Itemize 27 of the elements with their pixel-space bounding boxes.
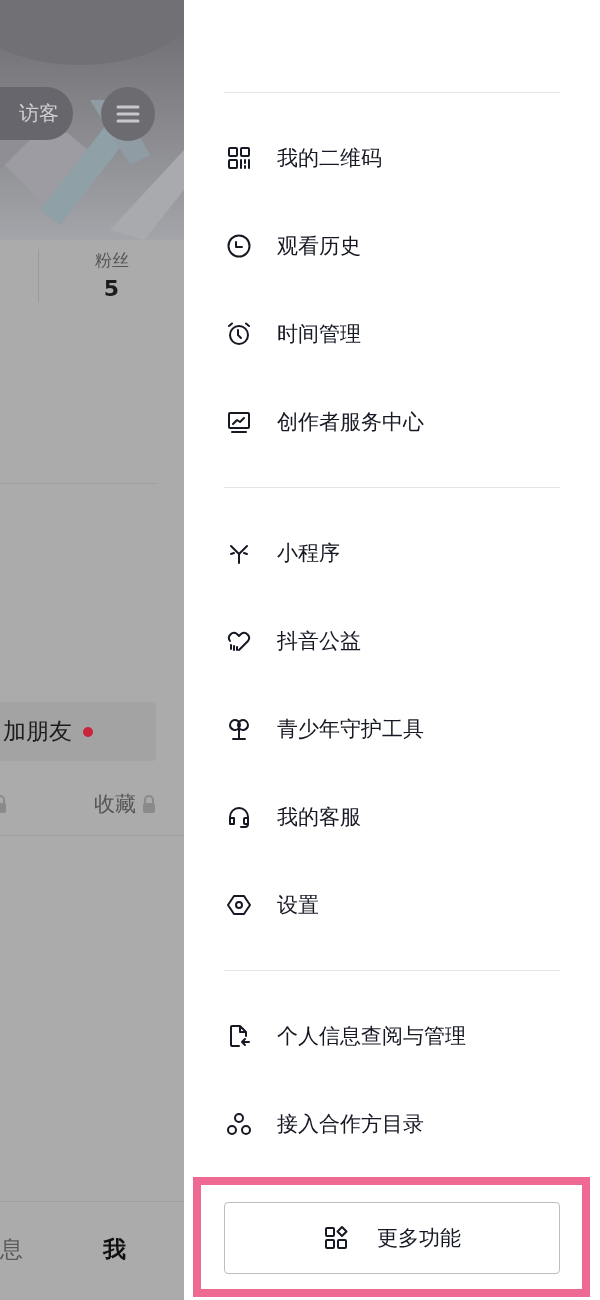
menu-item[interactable]: 个人信息查阅与管理 bbox=[224, 992, 560, 1080]
menu-item[interactable]: 小程序 bbox=[224, 509, 560, 597]
qr-code-icon bbox=[226, 145, 252, 171]
menu-item[interactable]: 抖音公益 bbox=[224, 597, 560, 685]
more-features-button[interactable]: 更多功能 bbox=[224, 1202, 560, 1274]
visitor-button[interactable]: 访客 bbox=[0, 87, 73, 140]
settings-icon bbox=[226, 892, 252, 918]
menu-icon bbox=[116, 104, 140, 124]
add-friends-button[interactable]: 加朋友 bbox=[0, 702, 156, 761]
menu-item[interactable]: 我的客服 bbox=[224, 773, 560, 861]
three-circles-icon bbox=[226, 1111, 252, 1137]
menu-item[interactable]: 时间管理 bbox=[224, 290, 560, 378]
menu-item[interactable]: 青少年守护工具 bbox=[224, 685, 560, 773]
apps-grid-icon bbox=[323, 1225, 349, 1251]
menu-item[interactable]: 观看历史 bbox=[224, 202, 560, 290]
menu-item[interactable]: 创作者服务中心 bbox=[224, 378, 560, 466]
nav-tab[interactable]: 我 bbox=[103, 1233, 126, 1265]
menu-item[interactable]: 我的二维码 bbox=[224, 114, 560, 202]
monitor-chart-icon bbox=[226, 409, 252, 435]
stat-value: 5 bbox=[103, 276, 120, 301]
stat-label: 粉丝 bbox=[94, 249, 129, 272]
sprout-icon bbox=[226, 716, 252, 742]
headset-icon bbox=[226, 804, 252, 830]
menu-item[interactable]: 设置 bbox=[224, 861, 560, 949]
alarm-clock-icon bbox=[226, 321, 252, 347]
clock-icon bbox=[226, 233, 252, 259]
menu-item[interactable]: 接入合作方目录 bbox=[224, 1080, 560, 1168]
